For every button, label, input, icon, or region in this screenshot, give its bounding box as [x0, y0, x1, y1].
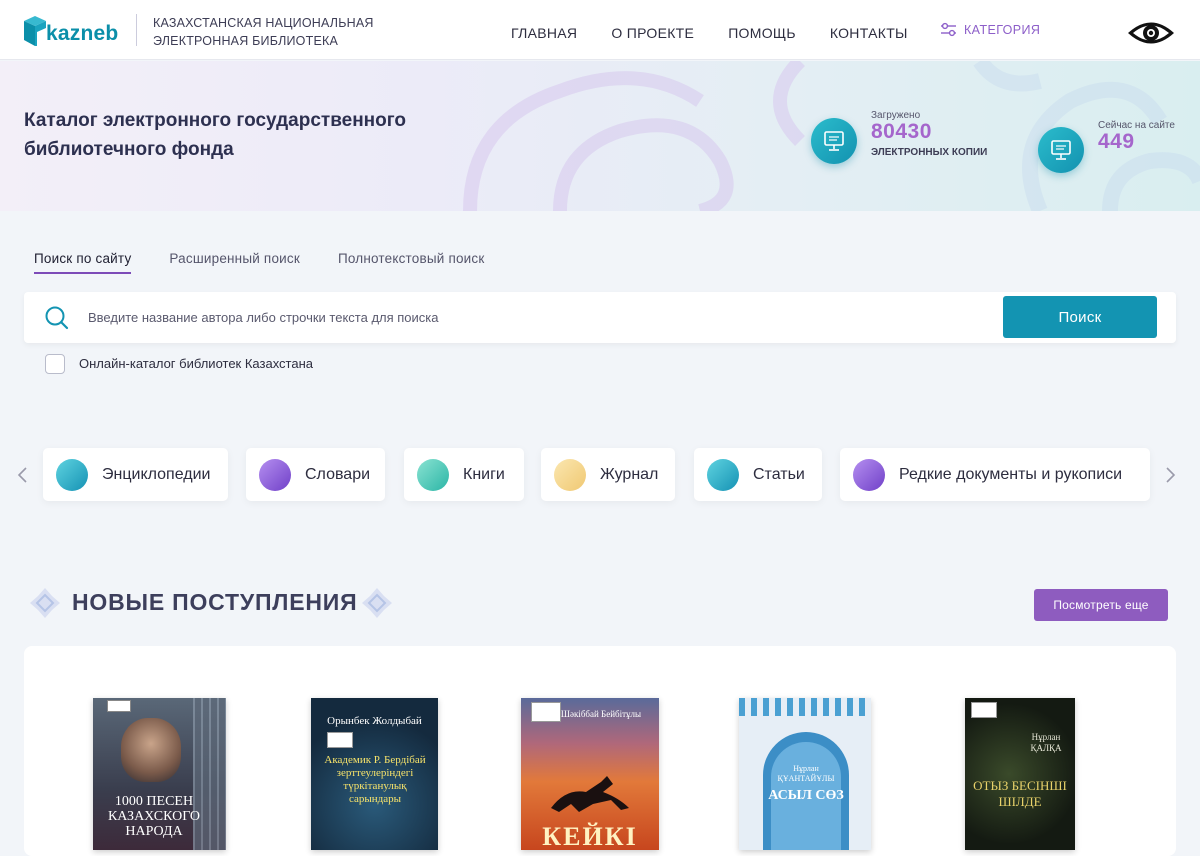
stat-online-value: 449 — [1098, 130, 1135, 153]
nav-home[interactable]: ГЛАВНАЯ — [511, 25, 577, 41]
category-label: Журнал — [600, 465, 659, 483]
hero-title-line1: Каталог электронного государственного — [24, 110, 407, 131]
category-dot-icon — [853, 458, 885, 491]
category-encyclopedias[interactable]: Энциклопедии — [43, 448, 228, 501]
nav-help[interactable]: ПОМОЩЬ — [728, 25, 796, 41]
online-catalog-label: Онлайн-каталог библиотек Казахстана — [79, 356, 313, 371]
category-dot-icon — [554, 458, 586, 491]
nav-contacts[interactable]: КОНТАКТЫ — [830, 25, 908, 41]
eye-icon[interactable] — [1126, 18, 1176, 48]
category-label: Энциклопедии — [102, 465, 211, 483]
hero-title: Каталог электронного государственного би… — [24, 106, 406, 164]
book-cover[interactable]: Шәкіббай Бейбітұлы КЕЙКІ — [521, 698, 659, 850]
category-dot-icon — [417, 458, 449, 491]
category-label: Статьи — [753, 465, 805, 483]
search-icon — [45, 306, 69, 330]
site-logo[interactable]: kazneb — [24, 16, 119, 48]
stat-loaded: Загружено 80430 ЭЛЕКТРОННЫХ КОПИИ — [811, 110, 1011, 176]
search-input[interactable] — [88, 304, 968, 330]
category-label: Книги — [463, 465, 505, 483]
logo-divider — [136, 14, 137, 46]
category-label: Редкие документы и рукописи — [899, 465, 1123, 483]
book-author: Нұрлан ҚАЛҚА — [1030, 732, 1062, 753]
site-name: КАЗАХСТАНСКАЯ НАЦИОНАЛЬНАЯ ЭЛЕКТРОННАЯ Б… — [153, 14, 374, 50]
sliders-icon — [941, 22, 956, 37]
logo-text: kazneb — [46, 22, 119, 45]
main-nav: ГЛАВНАЯ О ПРОЕКТЕ ПОМОЩЬ КОНТАКТЫ — [511, 25, 942, 41]
book-title: КЕЙКІ — [542, 822, 638, 850]
book-title: ОТЫЗ БЕСІНШІ ШІЛДЕ — [973, 778, 1067, 809]
book-title: Академик Р. Бердібай зерттеулеріндегі тү… — [324, 754, 426, 805]
category-journals[interactable]: Журнал — [541, 448, 675, 501]
category-label: Словари — [305, 465, 371, 483]
online-catalog-checkbox[interactable] — [45, 354, 65, 374]
site-name-line1: КАЗАХСТАНСКАЯ НАЦИОНАЛЬНАЯ — [153, 16, 374, 30]
carousel-prev-icon[interactable] — [16, 466, 30, 484]
book-cover[interactable]: Орынбек Жолдыбай Академик Р. Бердібай зе… — [311, 698, 438, 850]
hero-title-line2: библиотечного фонда — [24, 139, 234, 160]
category-articles[interactable]: Статьи — [694, 448, 822, 501]
site-name-line2: ЭЛЕКТРОННАЯ БИБЛИОТЕКА — [153, 34, 338, 48]
category-dictionaries[interactable]: Словари — [246, 448, 385, 501]
horse-rider-illustration — [551, 776, 629, 812]
ornament-right-icon — [362, 588, 392, 618]
category-button[interactable]: КАТЕГОРИЯ — [940, 22, 1040, 37]
search-box: Поиск — [24, 292, 1176, 343]
category-dot-icon — [707, 458, 739, 491]
tab-site-search[interactable]: Поиск по сайту — [34, 251, 132, 274]
ornament-left-icon — [30, 588, 60, 618]
carousel-next-icon[interactable] — [1163, 466, 1177, 484]
category-dot-icon — [56, 458, 88, 491]
top-bar: kazneb КАЗАХСТАНСКАЯ НАЦИОНАЛЬНАЯ ЭЛЕКТР… — [0, 0, 1200, 60]
category-books[interactable]: Книги — [404, 448, 524, 501]
nav-about[interactable]: О ПРОЕКТЕ — [611, 25, 694, 41]
tab-advanced-search[interactable]: Расширенный поиск — [169, 251, 300, 274]
search-button[interactable]: Поиск — [1003, 296, 1157, 338]
monitor-icon — [811, 118, 857, 164]
stat-loaded-sublabel: ЭЛЕКТРОННЫХ КОПИИ — [871, 147, 988, 158]
book-author: Орынбек Жолдыбай — [327, 715, 422, 727]
logo-cube-icon — [24, 16, 46, 46]
book-cover[interactable]: Нұрлан ҚАЛҚА ОТЫЗ БЕСІНШІ ШІЛДЕ — [965, 698, 1075, 850]
category-rare-manuscripts[interactable]: Редкие документы и рукописи — [840, 448, 1150, 501]
book-cover[interactable]: Нұрлан ҚҰАНТАЙҰЛЫ АСЫЛ СӨЗ — [739, 698, 871, 850]
stat-loaded-value: 80430 — [871, 120, 932, 143]
search-tabs: Поиск по сайту Расширенный поиск Полноте… — [34, 251, 522, 274]
view-more-button[interactable]: Посмотреть еще — [1034, 589, 1168, 621]
monitor-icon — [1038, 127, 1084, 173]
category-label: КАТЕГОРИЯ — [964, 22, 1041, 37]
tab-fulltext-search[interactable]: Полнотекстовый поиск — [338, 251, 485, 274]
book-author: Нұрлан ҚҰАНТАЙҰЛЫ — [777, 764, 835, 783]
book-cover[interactable]: 1000 ПЕСЕН КАЗАХСКОГО НАРОДА — [93, 698, 226, 850]
new-arrivals-title: НОВЫЕ ПОСТУПЛЕНИЯ — [72, 589, 358, 615]
category-dot-icon — [259, 458, 291, 491]
hero-banner: Каталог электронного государственного би… — [0, 61, 1200, 211]
book-title: АСЫЛ СӨЗ — [768, 788, 844, 803]
book-title: 1000 ПЕСЕН КАЗАХСКОГО НАРОДА — [107, 794, 201, 839]
book-author: Шәкіббай Бейбітұлы — [560, 709, 642, 719]
stat-online: Сейчас на сайте 449 — [1038, 120, 1188, 177]
